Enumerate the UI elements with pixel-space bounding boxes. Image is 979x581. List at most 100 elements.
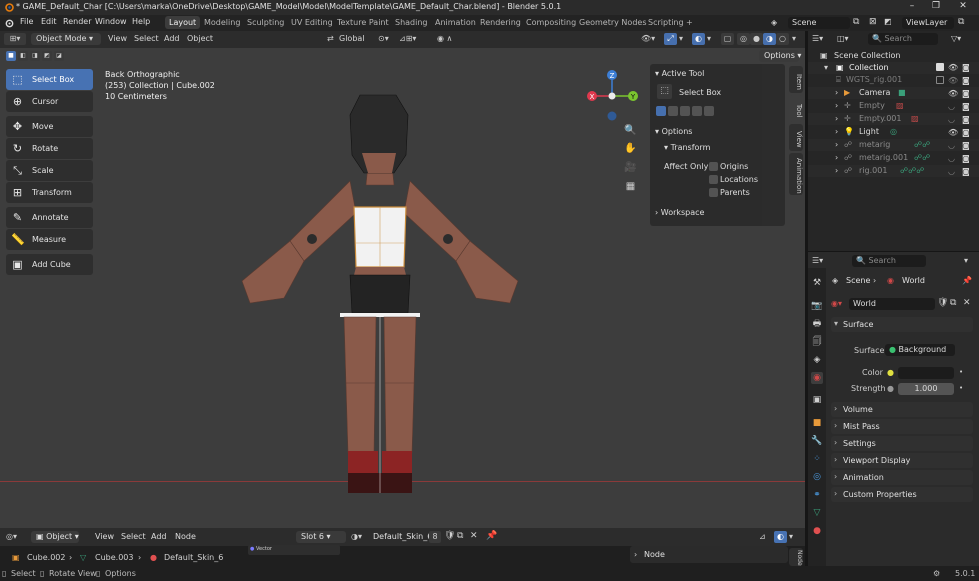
expand-icon[interactable]: › xyxy=(835,114,838,123)
view-layer-tab-icon[interactable]: 🗐 xyxy=(811,336,823,348)
display-mode-icon[interactable]: ◫▾ xyxy=(837,34,849,43)
expand-icon[interactable]: › xyxy=(835,153,838,162)
vp-menu-view[interactable]: View xyxy=(108,34,127,43)
node-menu-add[interactable]: Add xyxy=(151,532,167,541)
menu-help[interactable]: Help xyxy=(132,17,150,26)
slot-dropdown[interactable]: Slot 6 ▾ xyxy=(296,531,346,543)
gizmo-dropdown-icon[interactable]: ▾ xyxy=(679,34,683,43)
physics-tab-icon[interactable]: ◎ xyxy=(811,471,823,483)
close-button[interactable]: ✕ xyxy=(949,1,977,14)
tab-texture-paint[interactable]: Texture Paint xyxy=(333,16,393,29)
expand-icon[interactable]: › xyxy=(835,88,838,97)
output-tab-icon[interactable]: 🖶 xyxy=(811,318,823,330)
render-camera-icon[interactable]: ◙ xyxy=(962,102,970,111)
keyframe-dot-icon[interactable]: • xyxy=(959,384,963,392)
mode-dropdown[interactable]: Object Mode ▾ xyxy=(31,33,101,45)
tab-tool[interactable]: Tool xyxy=(789,95,803,122)
view-layer-selector[interactable]: ViewLayer xyxy=(902,17,954,29)
tab-rendering[interactable]: Rendering xyxy=(476,16,525,29)
expand-icon[interactable]: › xyxy=(835,127,838,136)
eye-icon[interactable]: 👁 xyxy=(948,76,958,85)
select-new-icon[interactable]: ■ xyxy=(6,51,16,61)
render-camera-icon[interactable]: ◙ xyxy=(962,154,970,163)
overlay-toggle-icon[interactable]: ◐ xyxy=(692,33,705,45)
tab-animation-panel[interactable]: Animation xyxy=(789,153,803,195)
xray-icon[interactable]: ▢ xyxy=(721,33,734,45)
scene-tab-icon[interactable]: ◈ xyxy=(811,354,823,366)
add-workspace-button[interactable]: + xyxy=(682,16,697,29)
properties-editor-icon[interactable]: ☰▾ xyxy=(812,256,823,265)
node-sidebar-panel[interactable]: › Node xyxy=(630,546,788,563)
tab-uv-editing[interactable]: UV Editing xyxy=(287,16,337,29)
blender-menu-icon[interactable] xyxy=(4,18,14,28)
select-extend-icon[interactable]: ◧ xyxy=(18,51,28,61)
modifiers-tab-icon[interactable]: 🔧 xyxy=(811,435,823,447)
parents-checkbox[interactable] xyxy=(709,188,718,197)
menu-file[interactable]: File xyxy=(20,17,33,26)
origins-checkbox[interactable] xyxy=(709,162,718,171)
node-menu-node[interactable]: Node xyxy=(175,532,196,541)
orientation-dropdown[interactable]: Global xyxy=(339,34,365,43)
wgts-include-checkbox[interactable] xyxy=(936,76,944,84)
menu-edit[interactable]: Edit xyxy=(41,17,57,26)
world-name-field[interactable]: World xyxy=(849,298,935,310)
volume-panel-header[interactable]: › Volume xyxy=(831,402,973,417)
tab-geometry-nodes[interactable]: Geometry Nodes xyxy=(575,16,650,29)
scene-selector[interactable]: Scene xyxy=(788,17,850,29)
snap-icon[interactable]: ⊿ xyxy=(759,532,766,541)
mode-subtract-icon[interactable] xyxy=(680,106,690,116)
outliner-row-scene-collection[interactable]: ▣ Scene Collection xyxy=(808,50,979,62)
tab-view[interactable]: View xyxy=(789,124,803,151)
vp-menu-select[interactable]: Select xyxy=(134,34,159,43)
mode-intersect-icon[interactable] xyxy=(704,106,714,116)
tab-animation[interactable]: Animation xyxy=(431,16,480,29)
options-dropdown[interactable]: Options ▾ xyxy=(759,50,801,62)
mist-pass-panel-header[interactable]: › Mist Pass xyxy=(831,419,973,434)
locations-checkbox[interactable] xyxy=(709,175,718,184)
expand-icon[interactable]: › xyxy=(835,166,838,175)
material-tab-icon[interactable]: ● xyxy=(811,525,823,537)
eye-closed-icon[interactable]: ◡ xyxy=(948,167,955,176)
mode-invert-icon[interactable] xyxy=(692,106,702,116)
particles-tab-icon[interactable]: ⁘ xyxy=(811,453,823,465)
node-menu-select[interactable]: Select xyxy=(121,532,146,541)
tool-add-cube[interactable]: ▣ Add Cube xyxy=(6,254,93,275)
tab-compositing[interactable]: Compositing xyxy=(522,16,580,29)
tool-rotate[interactable]: ↻ Rotate xyxy=(6,138,93,159)
render-camera-icon[interactable]: ◙ xyxy=(962,167,970,176)
collection-include-checkbox[interactable] xyxy=(936,63,944,71)
active-tool-header[interactable]: ▾ Active Tool xyxy=(655,69,704,78)
custom-properties-panel-header[interactable]: › Custom Properties xyxy=(831,487,973,502)
data-tab-icon[interactable]: ▽ xyxy=(811,507,823,519)
pan-hand-icon[interactable]: ✋ xyxy=(623,143,638,158)
new-view-layer-icon[interactable]: ⧉ xyxy=(958,17,964,27)
properties-options-icon[interactable]: ▾ xyxy=(964,256,968,265)
tool-settings-tab-icon[interactable]: ⚒ xyxy=(811,277,823,289)
surface-dropdown[interactable]: ● Background xyxy=(885,344,955,356)
pin-icon[interactable]: 📌 xyxy=(486,531,497,541)
tab-sculpting[interactable]: Sculpting xyxy=(243,16,288,29)
proportional-edit-icon[interactable]: ◉ ∧ xyxy=(437,34,452,43)
tab-shading[interactable]: Shading xyxy=(391,16,432,29)
vp-menu-add[interactable]: Add xyxy=(164,34,180,43)
collection-tab-icon[interactable]: ▣ xyxy=(811,394,823,406)
render-camera-icon[interactable]: ◙ xyxy=(962,115,970,124)
maximize-button[interactable]: ❐ xyxy=(922,1,950,14)
surface-panel-header[interactable]: ▾ Surface xyxy=(831,317,973,332)
material-name[interactable]: Default_Skin_6 xyxy=(373,532,432,541)
render-camera-icon[interactable]: ◙ xyxy=(962,89,970,98)
strength-field[interactable]: 1.000 xyxy=(898,383,954,395)
workspace-section-header[interactable]: › Workspace xyxy=(655,208,704,217)
camera-view-icon[interactable]: 🎥 xyxy=(623,162,638,177)
object-tab-icon[interactable]: ■ xyxy=(811,417,823,429)
render-camera-icon[interactable]: ◙ xyxy=(962,63,970,72)
tool-scale[interactable]: ⤡ Scale xyxy=(6,160,93,181)
tab-node[interactable]: Node xyxy=(789,548,803,566)
tab-item[interactable]: Item xyxy=(789,66,803,93)
material-icon[interactable]: ◑▾ xyxy=(351,532,362,541)
eye-icon[interactable]: 👁 xyxy=(948,89,958,98)
delete-scene-icon[interactable]: ⊠ xyxy=(869,17,877,27)
node-menu-view[interactable]: View xyxy=(95,532,114,541)
material-shading-icon[interactable]: ◑ xyxy=(763,33,776,45)
rendered-shading-icon[interactable]: ○ xyxy=(776,33,789,45)
